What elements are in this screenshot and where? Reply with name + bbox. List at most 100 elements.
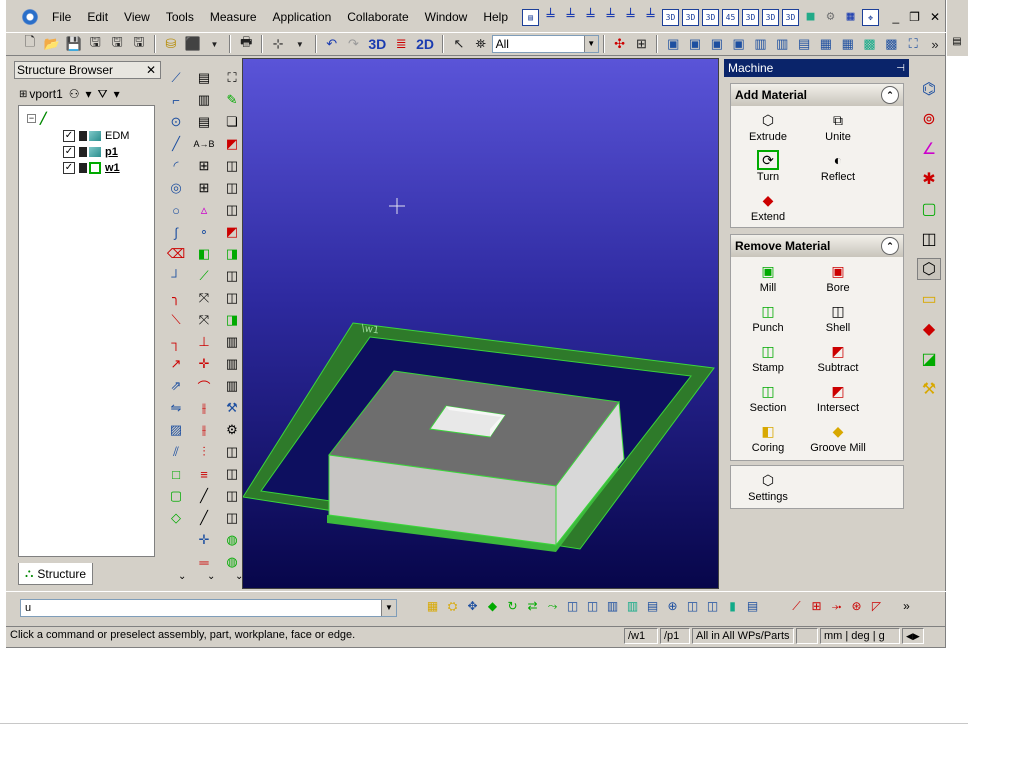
tree-item-w1[interactable]: ✓ w1 [63,160,120,176]
menu-tools[interactable]: Tools [158,6,202,28]
doc-icon[interactable]: ▤ [744,597,761,615]
eraser-icon[interactable]: ⌫ [167,245,185,263]
cube-view-2-icon[interactable]: ◫ [584,597,601,615]
plane-view-3-icon[interactable]: ▤ [644,597,661,615]
tree-item-p1[interactable]: ✓ p1 [63,144,118,160]
axis-icon[interactable]: ⟋ [195,267,213,285]
polyline-icon[interactable]: ⟋ [167,69,185,87]
spin-icon[interactable]: ↻ [504,597,521,615]
shell-button[interactable]: ◫ Shell [803,301,873,339]
measure-icon[interactable]: ⟋ [788,597,805,615]
view-box-8-icon[interactable]: ▦ [816,34,836,54]
stack-3-icon[interactable]: ▥ [223,377,241,395]
box-3-icon[interactable]: ◫ [223,201,241,219]
more-tools-icon[interactable]: ⌄ [178,571,186,582]
slash-icon[interactable]: ╱ [195,487,213,505]
corner-icon[interactable]: ┘ [167,267,185,285]
import-icon[interactable]: ⬛ [183,34,203,54]
layers-icon[interactable]: ≣ [391,34,411,54]
plus-icon[interactable]: ✛ [195,531,213,549]
workplane-1-icon[interactable]: ╧ [542,9,559,26]
menu-edit[interactable]: Edit [79,6,116,28]
paint-icon[interactable]: ✎ [223,91,241,109]
orient-icon[interactable]: ⤳ [544,597,561,615]
overflow-chevron-icon[interactable]: » [898,597,915,615]
reflect-button[interactable]: ◐ Reflect [803,150,873,188]
parallel-icon[interactable]: ⫲ [195,399,213,417]
workplane-4-icon[interactable]: ╧ [602,9,619,26]
close-icon[interactable]: ✕ [930,10,940,24]
print-icon[interactable]: 🖶 [236,34,256,54]
view-iso-icon[interactable]: 45 [722,8,739,26]
restore-icon[interactable]: ❐ [909,10,920,24]
save-all-icon[interactable]: 🖫 [107,34,127,54]
dash-icon[interactable]: ═ [195,553,213,571]
box-2-icon[interactable]: ◫ [223,179,241,197]
menu-window[interactable]: Window [417,6,476,28]
view-box-5-icon[interactable]: ▥ [751,34,771,54]
equal-icon[interactable]: ≡ [195,465,213,483]
plane-view-icon[interactable]: ▥ [604,597,621,615]
tree-item-edm[interactable]: ✓ EDM [63,128,129,144]
book-icon[interactable]: ▮ [724,597,741,615]
triangle-icon[interactable]: ▵ [195,201,213,219]
view-right-icon[interactable]: 3D [762,8,779,26]
table-2-icon[interactable]: ▤ [195,113,213,131]
select-filter-icon[interactable]: ⛯ [471,34,491,54]
app-logo-icon[interactable] [22,9,38,25]
workplane-app-icon[interactable]: ✱ [917,168,941,190]
tab-structure[interactable]: ⛬ Structure [18,563,94,585]
coincident-icon[interactable]: ⫶ [195,443,213,461]
view-box-4-icon[interactable]: ▣ [729,34,749,54]
workplane-2-icon[interactable]: ╧ [562,9,579,26]
sketch-app-icon[interactable]: ∠ [917,138,941,160]
view-box-10-icon[interactable]: ▩ [860,34,880,54]
point-icon[interactable]: ∘ [195,223,213,241]
subtract-button[interactable]: ◩ Subtract [803,341,873,379]
zoom-fit-icon[interactable]: ⛶ [903,34,923,54]
groove-mill-button[interactable]: ◆ Groove Mill [803,421,873,459]
snap-icon[interactable]: ✣ [610,34,630,54]
redo-icon[interactable]: ↷ [344,34,364,54]
settings-icon[interactable]: ✥ [862,8,879,26]
vport-label[interactable]: vport1 [29,87,62,101]
view-bottom-icon[interactable]: 3D [782,8,799,26]
workplane-6-icon[interactable]: ╧ [642,9,659,26]
cube-green-icon[interactable]: ◧ [195,245,213,263]
box-view-2-icon[interactable]: ◫ [704,597,721,615]
box-view-icon[interactable]: ◫ [684,597,701,615]
mold-app-icon[interactable]: ◪ [917,348,941,370]
visibility-checkbox[interactable]: ✓ [63,130,75,142]
cylinder-green-icon[interactable]: ◍ [223,531,241,549]
mode-2d-button[interactable]: 2D [412,36,438,52]
dropdown-arrow-icon[interactable]: ▼ [290,34,310,54]
open-file-icon[interactable]: 📂 [42,34,62,54]
measure-4-icon[interactable]: ⊛ [848,597,865,615]
more-tools-icon[interactable]: ⌄ [207,571,215,582]
save-part-icon[interactable]: 🖫 [129,34,149,54]
visibility-checkbox[interactable]: ✓ [63,162,75,174]
tree-options-icon[interactable]: ▾ [86,87,92,101]
extend-line-icon[interactable]: ↗ [167,355,185,373]
box-red-icon[interactable]: ◩ [223,135,241,153]
view-box-2-icon[interactable]: ▣ [685,34,705,54]
rotate-icon[interactable]: ◆ [484,597,501,615]
tangent-line-icon[interactable]: ╱ [167,135,185,153]
parallel-2-icon[interactable]: ⫲ [195,421,213,439]
cube-4-icon[interactable]: ◫ [223,509,241,527]
rectangle-app-icon[interactable]: ▢ [917,198,941,220]
workplane-3-icon[interactable]: ╧ [582,9,599,26]
mirror-icon[interactable]: ⇋ [167,399,185,417]
annotation-app-icon[interactable]: ▭ [917,288,941,310]
box-4-icon[interactable]: ◫ [223,267,241,285]
collapse-icon[interactable]: − [27,113,36,123]
target-icon[interactable]: ⊕ [664,597,681,615]
move-icon[interactable]: ✥ [464,597,481,615]
menu-help[interactable]: Help [475,6,516,28]
view-box-7-icon[interactable]: ▤ [794,34,814,54]
mill-button[interactable]: ▣ Mill [733,261,803,299]
view-box-9-icon[interactable]: ▦ [838,34,858,54]
filter-options-icon[interactable]: ▾ [114,87,120,101]
section-button[interactable]: ◫ Section [733,381,803,419]
add-material-header[interactable]: Add Material ⌃ [731,84,903,106]
